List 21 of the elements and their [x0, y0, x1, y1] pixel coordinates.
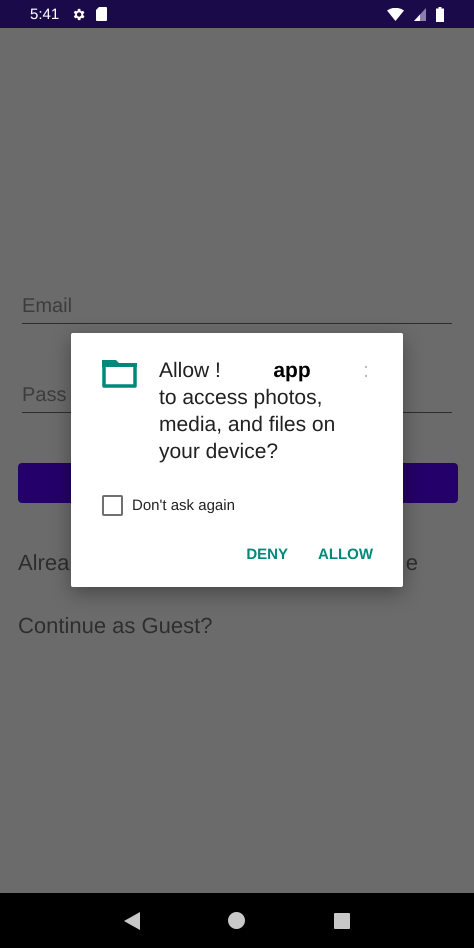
home-icon[interactable] [228, 912, 246, 929]
settings-icon [71, 6, 86, 22]
allow-button[interactable]: ALLOW [318, 546, 373, 563]
clock: 5:41 [30, 6, 60, 22]
sd-card-icon [96, 7, 108, 21]
deny-button[interactable]: DENY [246, 546, 288, 563]
wifi-icon [387, 8, 404, 20]
sign-in-prompt: Alrea [18, 550, 70, 576]
dialog-message: to access photos, media, and files on your device? [159, 385, 336, 465]
guest-link[interactable]: Continue as Guest? [18, 613, 452, 639]
battery-icon [436, 6, 444, 22]
checkbox[interactable] [102, 495, 123, 516]
dialog-title: Allow ! [159, 358, 221, 384]
checkbox-label: Don't ask again [132, 497, 235, 514]
recents-icon[interactable] [334, 912, 350, 928]
dialog-title: : [363, 358, 369, 384]
dialog-title: app [273, 358, 311, 384]
sign-in-prompt: e [406, 550, 418, 576]
back-icon[interactable] [124, 912, 140, 930]
signal-icon [414, 8, 426, 20]
folder-icon [102, 360, 137, 388]
